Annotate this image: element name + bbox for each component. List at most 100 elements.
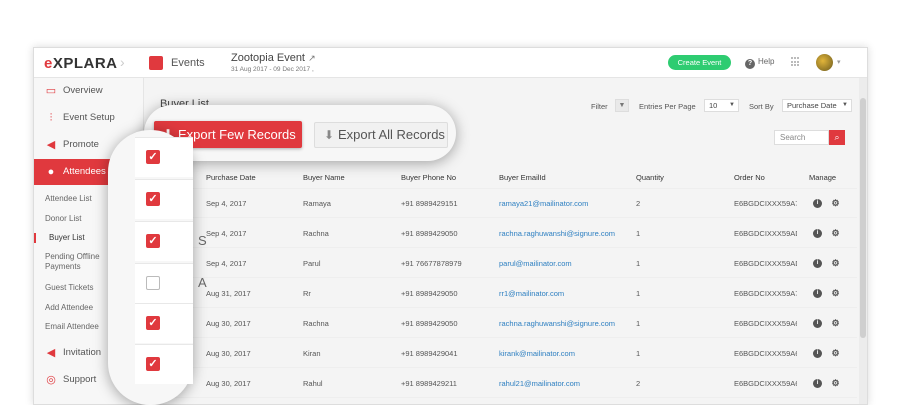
scrollbar[interactable] [859, 78, 867, 404]
cell-buyer-email[interactable]: rahul21@mailinator.com [499, 369, 580, 398]
filter-label: Filter [591, 102, 608, 111]
cell-buyer-phone: +91 76677878979 [401, 259, 462, 268]
people-icon: ● [47, 166, 55, 178]
row-checkbox-cell: A [135, 263, 207, 303]
col-buyer-email[interactable]: Buyer EmailId [499, 166, 546, 189]
row-checkbox[interactable]: ✓ [146, 234, 160, 248]
sidebar-subitem-pending-offline[interactable]: Pending Offline Payments [34, 252, 114, 272]
row-checkbox[interactable]: ✓ [146, 316, 160, 330]
chevron-down-icon[interactable]: ▾ [837, 58, 841, 66]
table-row[interactable]: Aug 30, 2017 Kiran +91 8989429041 kirank@ma… [144, 339, 857, 368]
scrollbar-thumb[interactable] [860, 98, 866, 338]
gear-icon[interactable]: ⚙ [831, 259, 840, 268]
cell-purchase-date: Sep 4, 2017 [206, 229, 247, 238]
cell-buyer-email[interactable]: ramaya21@mailinator.com [499, 189, 588, 218]
table-header: Purchase Date Buyer Name Buyer Phone No … [144, 166, 857, 189]
chevron-right-icon: › [120, 54, 125, 70]
row-checkbox-cell: ✓ [135, 344, 193, 384]
event-title[interactable]: Zootopia Event ↗ [231, 52, 316, 64]
cell-quantity: 2 [636, 379, 641, 388]
avatar[interactable] [816, 54, 833, 71]
info-icon[interactable]: i [813, 289, 822, 298]
cell-buyer-email[interactable]: parul@mailinator.com [499, 249, 572, 278]
gear-icon[interactable]: ⚙ [831, 199, 840, 208]
cell-buyer-phone: +91 8989429050 [401, 229, 458, 238]
table-row[interactable]: Aug 30, 2017 Rachna +91 8989429050 rachna.r… [144, 309, 857, 338]
entries-per-page-label: Entries Per Page [639, 102, 696, 111]
info-icon[interactable]: i [813, 319, 822, 328]
gear-icon[interactable]: ⚙ [831, 319, 840, 328]
row-checkbox[interactable]: ✓ [146, 150, 160, 164]
cell-purchase-date: Aug 31, 2017 [206, 289, 251, 298]
cell-buyer-phone: +91 8989429211 [401, 379, 457, 388]
cell-purchase-date: Aug 30, 2017 [206, 379, 251, 388]
info-icon[interactable]: i [813, 259, 822, 268]
sidebar-item-event-setup[interactable]: ⫶ Event Setup [34, 105, 144, 131]
col-manage: Manage [809, 173, 837, 182]
row-checkbox[interactable] [146, 276, 160, 290]
row-checkbox[interactable]: ✓ [146, 357, 160, 371]
cell-buyer-name: Rachna [303, 319, 329, 328]
search-icon[interactable]: ⌕ [829, 130, 845, 145]
info-icon[interactable]: i [813, 229, 822, 238]
sidebar-item-overview[interactable]: ▭ Overview [34, 78, 144, 104]
download-icon: ⬇ [324, 128, 335, 142]
gear-icon[interactable]: ⚙ [831, 349, 840, 358]
cell-quantity: 1 [636, 289, 641, 298]
cell-purchase-date: Sep 4, 2017 [206, 259, 247, 268]
table-row[interactable]: Sep 4, 2017 Rachna +91 8989429050 rachna.ra… [144, 219, 857, 248]
row-checkbox[interactable]: ✓ [146, 192, 160, 206]
col-buyer-phone[interactable]: Buyer Phone No [401, 166, 456, 189]
cell-buyer-phone: +91 8989429050 [401, 289, 458, 298]
info-icon[interactable]: i [813, 349, 822, 358]
entries-per-page-select[interactable]: 10 ▼ [704, 99, 739, 112]
info-icon[interactable]: i [813, 379, 822, 388]
row-checkbox-cell: ✓ [135, 179, 193, 219]
cell-buyer-phone: +91 8989429050 [401, 319, 458, 328]
filter-icon[interactable]: ▼ [615, 99, 629, 112]
col-quantity[interactable]: Quantity [636, 166, 664, 189]
cell-buyer-email[interactable]: rr1@mailinator.com [499, 279, 564, 308]
col-buyer-name[interactable]: Buyer Name [303, 166, 345, 189]
row-checkbox-cell: ✓ [135, 303, 193, 343]
col-purchase-date[interactable]: Purchase Date [206, 166, 256, 189]
create-event-button[interactable]: Create Event [668, 55, 731, 70]
cell-buyer-email[interactable]: rachna.raghuwanshi@signure.com [499, 309, 615, 338]
cell-order-no: E6BGDCIXXX59A6 [734, 319, 797, 328]
sort-by-select[interactable]: Purchase Date ▼ [782, 99, 852, 112]
truncated-text: A [198, 275, 207, 290]
gear-icon[interactable]: ⚙ [831, 289, 840, 298]
table-row[interactable]: Aug 31, 2017 Rr +91 8989429050 rr1@mailinat… [144, 279, 857, 308]
search-input[interactable] [774, 130, 829, 145]
table-row[interactable]: Sep 4, 2017 Parul +91 76677878979 parul@mai… [144, 249, 857, 278]
cell-purchase-date: Aug 30, 2017 [206, 349, 251, 358]
apps-grid-icon[interactable] [791, 57, 801, 67]
col-order-no[interactable]: Order No [734, 166, 765, 189]
cell-buyer-name: Rr [303, 289, 311, 298]
megaphone-icon: ◀ [46, 139, 56, 151]
cell-buyer-name: Ramaya [303, 199, 331, 208]
section-label[interactable]: Events [171, 57, 205, 69]
export-all-records-button[interactable]: ⬇ Export All Records [314, 122, 448, 148]
cell-purchase-date: Aug 30, 2017 [206, 319, 251, 328]
cell-order-no: E6BGDCIXXX59A7 [734, 289, 797, 298]
cell-buyer-email[interactable]: kirank@mailinator.com [499, 339, 575, 368]
table-row[interactable]: Aug 30, 2017 Rahul +91 8989429211 rahul21@m… [144, 369, 857, 398]
cell-order-no: E6BGDCIXXX59AD [734, 229, 797, 238]
events-icon [149, 56, 163, 70]
cell-buyer-email[interactable]: rachna.raghuwanshi@signure.com [499, 219, 615, 248]
megaphone-icon: ◀ [46, 347, 56, 359]
cell-order-no: E6BGDCIXXX59A6 [734, 379, 797, 388]
explara-logo[interactable]: eXPLARA [44, 55, 118, 72]
table-row[interactable]: Sep 4, 2017 Ramaya +91 8989429151 ramaya21@… [144, 189, 857, 218]
gear-icon[interactable]: ⚙ [831, 379, 840, 388]
gear-icon[interactable]: ⚙ [831, 229, 840, 238]
external-link-icon[interactable]: ↗ [308, 53, 316, 63]
chevron-down-icon: ▼ [729, 102, 735, 108]
lifebuoy-icon: ◎ [46, 374, 56, 386]
help-link[interactable]: ? Help [745, 57, 774, 69]
info-icon[interactable]: i [813, 199, 822, 208]
cell-order-no: E6BGDCIXXX59A6 [734, 349, 797, 358]
cell-quantity: 2 [636, 199, 641, 208]
cell-buyer-name: Parul [303, 259, 321, 268]
